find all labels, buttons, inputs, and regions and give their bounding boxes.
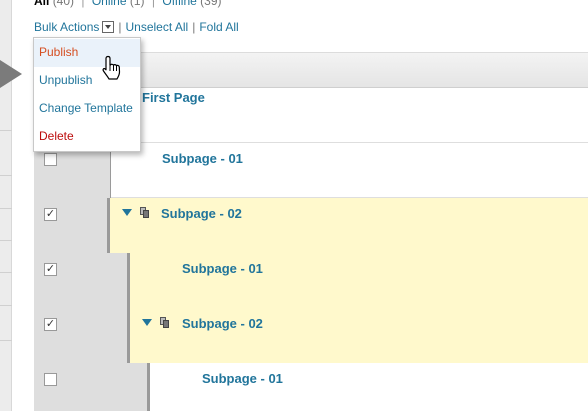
fold-arrow-icon[interactable] bbox=[122, 209, 132, 216]
tree-header bbox=[110, 52, 588, 88]
row-checkbox[interactable]: ✓ bbox=[44, 318, 57, 331]
row-checkbox[interactable] bbox=[44, 373, 57, 386]
menu-item-unpublish[interactable]: Unpublish bbox=[34, 67, 140, 95]
current-menu-arrow-icon bbox=[0, 60, 22, 88]
row-content: Subpage - 01 bbox=[130, 253, 588, 308]
page-title-link[interactable]: First Page bbox=[142, 90, 205, 105]
row-checkbox[interactable] bbox=[44, 153, 57, 166]
menu-item-publish[interactable]: Publish bbox=[34, 39, 140, 67]
fold-arrow-icon[interactable] bbox=[142, 319, 152, 326]
bulk-actions-label[interactable]: Bulk Actions bbox=[34, 20, 99, 34]
status-filters: All (40) | Online (1) | Offline (39) bbox=[34, 0, 222, 8]
row-content: Subpage - 01 bbox=[150, 363, 588, 411]
tree-row[interactable]: ✓ Subpage - 02 bbox=[34, 308, 588, 363]
filter-offline-count: (39) bbox=[200, 0, 222, 8]
tree-toolbar: Bulk Actions | Unselect All | Fold All bbox=[34, 20, 239, 34]
row-content: Subpage - 01 bbox=[110, 143, 588, 198]
checkbox-cell bbox=[34, 363, 150, 411]
checkbox-cell: ✓ bbox=[34, 253, 130, 308]
fold-all-link[interactable]: Fold All bbox=[199, 20, 238, 34]
page-title-link[interactable]: Subpage - 01 bbox=[182, 261, 263, 276]
hand-cursor-icon bbox=[102, 55, 121, 80]
bulk-actions-menu: Publish Unpublish Change Template Delete bbox=[33, 37, 141, 152]
page-title-link[interactable]: Subpage - 01 bbox=[162, 151, 243, 166]
filter-offline[interactable]: Offline bbox=[162, 0, 196, 8]
row-content: Subpage - 02 bbox=[110, 198, 588, 253]
row-checkbox[interactable]: ✓ bbox=[44, 263, 57, 276]
unselect-all-link[interactable]: Unselect All bbox=[126, 20, 189, 34]
tree-row[interactable]: Subpage - 01 bbox=[34, 363, 588, 411]
filter-all[interactable]: All bbox=[34, 0, 49, 8]
filter-all-count: (40) bbox=[52, 0, 75, 8]
menu-item-change-template[interactable]: Change Template bbox=[34, 95, 140, 123]
filter-online-count: (1) bbox=[129, 0, 145, 8]
page-copy-icon bbox=[140, 207, 150, 218]
chevron-down-icon[interactable] bbox=[102, 21, 115, 33]
checkbox-cell: ✓ bbox=[34, 308, 130, 363]
row-checkbox[interactable]: ✓ bbox=[44, 208, 57, 221]
menu-item-delete[interactable]: Delete bbox=[34, 123, 140, 151]
tree-row[interactable]: First Page bbox=[110, 88, 588, 143]
page-copy-icon bbox=[160, 317, 170, 328]
tree-row[interactable]: ✓ Subpage - 01 bbox=[34, 253, 588, 308]
row-content: Subpage - 02 bbox=[130, 308, 588, 363]
page-title-link[interactable]: Subpage - 02 bbox=[182, 316, 263, 331]
checkbox-cell: ✓ bbox=[34, 198, 110, 253]
page-title-link[interactable]: Subpage - 01 bbox=[202, 371, 283, 386]
page-title-link[interactable]: Subpage - 02 bbox=[161, 206, 242, 221]
filter-online[interactable]: Online bbox=[92, 0, 127, 8]
tree-row[interactable]: ✓ Subpage - 02 bbox=[34, 198, 588, 253]
